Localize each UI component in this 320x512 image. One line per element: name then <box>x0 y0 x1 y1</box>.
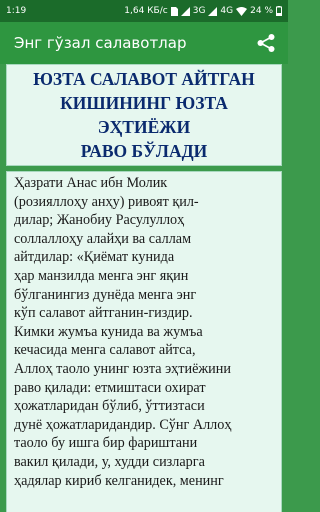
body-line: кечасида менга салавот айтса, <box>14 342 196 359</box>
body-line: айтдилар: «Қиёмат кунида <box>14 249 175 266</box>
body-line: вакил қилади, у, худди сизларга <box>14 453 205 470</box>
body-line: Аллоҳ таоло унинг юзта эҳтиёжини <box>14 360 231 377</box>
body-line: ҳожатларидан бўлиб, ўттизтаси <box>14 398 205 415</box>
body-line: соллаллоҳу алайҳи ва саллам <box>14 230 192 247</box>
body-line: ҳадялар кириб келганидек, менинг <box>14 472 224 489</box>
body-line: ҳар манзилда менга энг яқин <box>14 267 189 284</box>
signal-icon <box>180 6 190 16</box>
body-line: раво қилади: етмиштаси охират <box>14 379 206 396</box>
status-indicators: 1,64 КБ/с 3G 4G 24 % <box>124 6 282 16</box>
battery-level: 24 % <box>250 6 273 16</box>
network-speed: 1,64 КБ/с <box>124 6 168 16</box>
body-line: дунё ҳожатларидандир. Сўнг Аллоҳ <box>14 416 232 433</box>
heading-card: ЮЗТА САЛАВОТ АЙТГАН КИШИНИНГ ЮЗТА ЭҲТИЁЖ… <box>6 64 282 166</box>
status-time: 1:19 <box>6 6 27 16</box>
body-line: кўп салавот айтганин-гиздир. <box>14 305 193 322</box>
status-bar: 1:19 1,64 КБ/с 3G 4G 24 % <box>0 0 288 22</box>
article-heading: ЮЗТА САЛАВОТ АЙТГАН КИШИНИНГ ЮЗТА ЭҲТИЁЖ… <box>15 67 273 163</box>
app-bar: Энг гўзал салавотлар <box>0 22 288 64</box>
heading-line: РАВО БЎЛАДИ <box>80 141 208 161</box>
share-button[interactable] <box>254 31 278 55</box>
share-icon <box>257 34 275 52</box>
heading-line: КИШИНИНГ ЮЗТА ЭҲТИЁЖИ <box>60 93 228 137</box>
signal-icon <box>208 6 218 16</box>
heading-line: ЮЗТА САЛАВОТ АЙТГАН <box>33 69 255 89</box>
network-3g-label: 3G <box>192 6 206 16</box>
wifi-icon <box>236 6 248 16</box>
battery-icon <box>276 6 282 16</box>
article-body[interactable]: Ҳазрати Анас ибн Молик (розияллоҳу анҳу)… <box>6 171 282 512</box>
body-line: Ҳазрати Анас ибн Молик <box>14 175 168 191</box>
body-line: (розияллоҳу анҳу) ривоят қил- <box>14 193 199 210</box>
sim-icon <box>170 6 178 16</box>
body-line: Кимки жумъа кунида ва жумъа <box>14 323 203 340</box>
body-line: таоло бу ишга бир фариштани <box>14 435 198 452</box>
body-line: дилар; Жанобиу Расулуллоҳ <box>14 212 185 229</box>
network-4g-label: 4G <box>220 6 234 16</box>
app-title: Энг гўзал салавотлар <box>14 34 187 52</box>
body-line: бўлганингиз дунёда менга энг <box>14 286 197 303</box>
